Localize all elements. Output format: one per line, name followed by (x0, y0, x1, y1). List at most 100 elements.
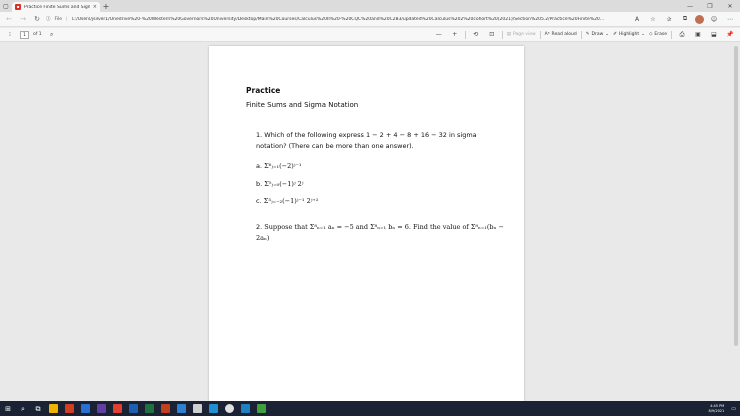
edge-icon[interactable] (81, 404, 90, 413)
app-icon[interactable] (225, 404, 234, 413)
clock-time: 4:45 PM (710, 404, 725, 408)
vertical-scrollbar[interactable] (734, 46, 738, 346)
outlook-icon[interactable] (177, 404, 186, 413)
option-c: c. Σ³ⱼ₌₋₂(−1)ʲ⁻¹ 2ʲ⁺² (256, 197, 318, 205)
page-title: Practice (246, 86, 281, 95)
url-field[interactable]: ⓘ File | C:/Users/jsilver1/Onedrive%20-%… (46, 14, 627, 25)
taskbar: ⊞ ⌕ ⧉ 4:45 PM 8/9/2021 ▭ (0, 401, 740, 416)
page-view-button[interactable]: ▤ Page view (507, 32, 536, 37)
toolbar-divider (539, 30, 541, 39)
chrome-icon[interactable] (113, 404, 122, 413)
page-number-input[interactable]: 1 (20, 30, 29, 39)
info-icon: ⓘ (46, 17, 51, 22)
pdf-page: Practice Finite Sums and Sigma Notation … (209, 46, 524, 401)
powerpoint-icon[interactable] (161, 404, 170, 413)
zoom-icon[interactable] (209, 404, 218, 413)
zoom-in-button[interactable]: + (449, 31, 461, 38)
read-aloud-label: Read aloud (551, 32, 577, 37)
pin-icon[interactable]: 📌 (724, 31, 736, 38)
draw-icon: ✎ (585, 32, 590, 37)
zoom-out-button[interactable]: — (433, 31, 445, 38)
chevron-down-icon[interactable]: ⌄ (641, 32, 645, 37)
tab-bar: ▢ ▪ Practice Finite Sums and Sigma × + —… (0, 0, 740, 12)
profile-avatar[interactable] (695, 14, 704, 24)
search-icon[interactable]: ⌕ (46, 31, 58, 39)
windows-start-icon[interactable]: ⊞ (4, 405, 12, 413)
highlight-label: Highlight (618, 32, 640, 37)
tab-title: Practice Finite Sums and Sigma (24, 4, 90, 10)
draw-button[interactable]: ✎ Draw ⌄ (586, 32, 609, 37)
option-a: a. Σ⁶ⱼ₌₁(−2)ʲ⁻¹ (256, 162, 302, 170)
rotate-icon[interactable]: ⟲ (470, 31, 482, 38)
option-label: c. (256, 197, 262, 205)
back-icon[interactable]: ← (4, 15, 14, 23)
pdf-icon: ▪ (15, 4, 21, 10)
option-expression: Σ³ⱼ₌₋₂(−1)ʲ⁻¹ 2ʲ⁺² (263, 197, 319, 205)
emoji-icon[interactable]: ☺ (708, 16, 720, 23)
close-window-icon[interactable]: ✕ (720, 3, 740, 10)
save-icon[interactable]: ▣ (692, 31, 704, 38)
page-view-label: Page view (512, 32, 536, 37)
page-view-icon: ▤ (506, 32, 511, 37)
read-aloud-button[interactable]: Aᵃ Read aloud (545, 32, 577, 37)
erase-button[interactable]: ◇ Erase (649, 32, 667, 37)
forward-icon[interactable]: → (18, 15, 28, 23)
print-icon[interactable]: ⎙ (676, 31, 688, 39)
window-menu-icon[interactable]: ▢ (0, 0, 12, 12)
search-icon[interactable]: ⌕ (19, 405, 27, 413)
question-number: 1. (256, 131, 263, 139)
highlight-button[interactable]: ✐ Highlight ⌄ (613, 32, 645, 37)
toolbar-divider (580, 30, 582, 39)
toolbar-divider (464, 30, 466, 39)
teams-icon[interactable] (97, 404, 106, 413)
favorite-star-icon[interactable]: ☆ (647, 16, 659, 23)
toolbar-divider (501, 30, 503, 39)
draw-label: Draw (591, 32, 604, 37)
pdf-viewer: Practice Finite Sums and Sigma Notation … (0, 42, 740, 401)
app-icon[interactable] (241, 404, 250, 413)
address-bar: ← → ↻ ⓘ File | C:/Users/jsilver1/Onedriv… (0, 12, 740, 27)
highlight-icon: ✐ (613, 32, 617, 37)
option-expression: Σ⁵ⱼ₌₀(−1)ʲ 2ʲ (264, 180, 304, 188)
question-text: Which of the following express 1 − 2 + 4… (256, 131, 477, 150)
pdf-toolbar: ⁝ 1 of 1 ⌕ — + ⟲ ⊡ ▤ Page view Aᵃ Read a… (0, 28, 740, 42)
task-view-icon[interactable]: ⧉ (34, 405, 42, 413)
page-subtitle: Finite Sums and Sigma Notation (246, 101, 359, 109)
page-count: of 1 (33, 32, 42, 37)
read-mode-icon[interactable]: A (631, 16, 643, 23)
favorites-icon[interactable]: ✰ (663, 16, 675, 23)
question-2: 2. Suppose that Σ⁸ₙ₌₁ aₙ = −5 and Σ⁸ₙ₌₁ … (256, 222, 506, 244)
table-of-contents-icon[interactable]: ⁝ (4, 31, 16, 38)
option-b: b. Σ⁵ⱼ₌₀(−1)ʲ 2ʲ (256, 180, 304, 188)
more-icon[interactable]: ⋯ (724, 16, 736, 23)
app-icon[interactable] (257, 404, 266, 413)
question-text: Suppose that Σ⁸ₙ₌₁ aₙ = −5 and Σ⁸ₙ₌₁ bₙ … (256, 223, 504, 242)
tab-close-icon[interactable]: × (93, 4, 97, 10)
clock-date: 8/9/2021 (708, 408, 725, 413)
collections-icon[interactable]: ⧉ (679, 15, 691, 23)
onenote-icon[interactable] (193, 404, 202, 413)
word-icon[interactable] (129, 404, 138, 413)
file-explorer-icon[interactable] (49, 404, 58, 413)
system-clock[interactable]: 4:45 PM 8/9/2021 (709, 404, 725, 413)
url-separator: | (66, 16, 68, 22)
notification-icon[interactable]: ▭ (731, 406, 736, 412)
restore-icon[interactable]: ❐ (700, 3, 720, 10)
minimize-icon[interactable]: — (680, 3, 700, 10)
excel-icon[interactable] (145, 404, 154, 413)
erase-icon: ◇ (648, 32, 653, 37)
option-label: b. (256, 180, 263, 188)
erase-label: Erase (654, 32, 667, 37)
question-number: 2. (256, 223, 263, 231)
chevron-down-icon[interactable]: ⌄ (605, 32, 609, 37)
fit-page-icon[interactable]: ⊡ (486, 31, 498, 38)
new-tab-button[interactable]: + (100, 2, 112, 11)
option-label: a. (256, 162, 263, 170)
url-text: C:/Users/jsilver1/Onedrive%20-%20Western… (71, 16, 605, 22)
browser-tab[interactable]: ▪ Practice Finite Sums and Sigma × (12, 2, 100, 12)
question-1: 1. Which of the following express 1 − 2 … (256, 130, 506, 152)
save-as-icon[interactable]: ⬓ (708, 31, 720, 38)
office-icon[interactable] (65, 404, 74, 413)
read-aloud-icon: Aᵃ (544, 32, 550, 37)
refresh-icon[interactable]: ↻ (32, 15, 42, 23)
